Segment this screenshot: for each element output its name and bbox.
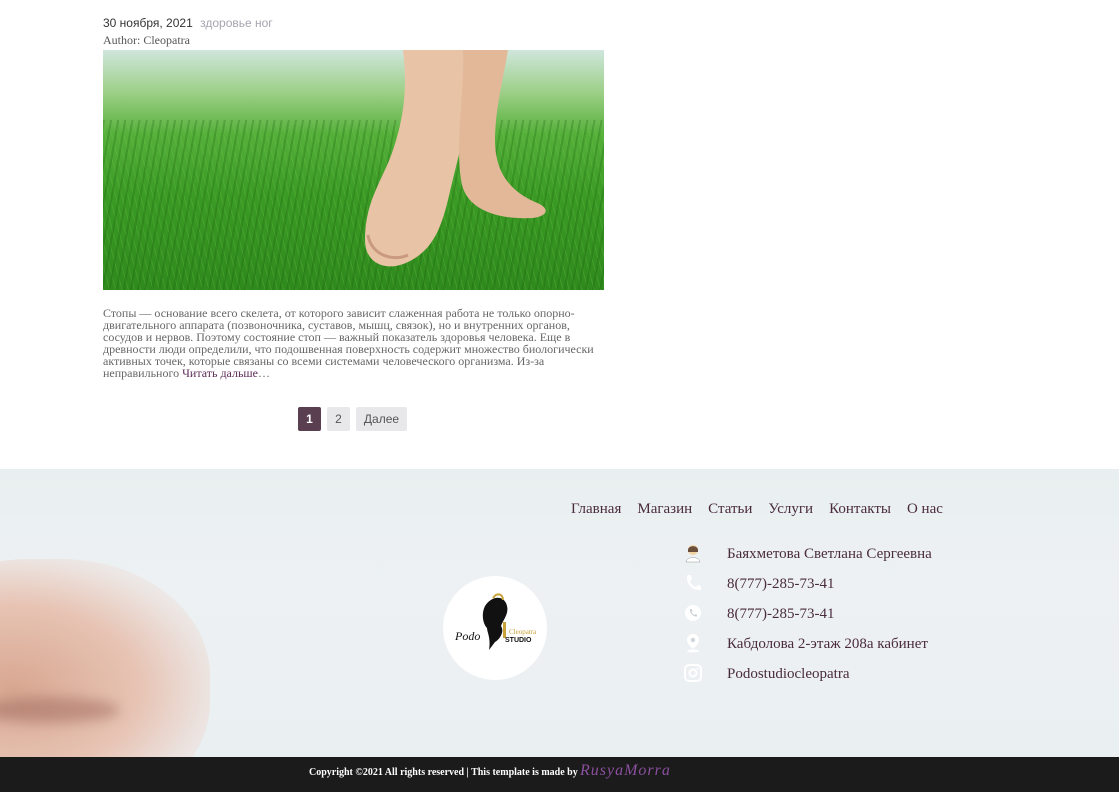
- nav-item-services[interactable]: Услуги: [768, 501, 813, 518]
- nav-item-shop[interactable]: Магазин: [637, 501, 692, 518]
- post-thumbnail[interactable]: [103, 50, 604, 290]
- post-excerpt: Стопы — основание всего скелета, от кото…: [103, 307, 603, 379]
- footer-background-image: [0, 559, 210, 757]
- svg-text:Podo: Podo: [454, 629, 480, 643]
- footer: Главная Магазин Статьи Услуги Контакты О…: [0, 469, 1119, 757]
- ellipsis: …: [258, 366, 271, 380]
- post-meta: 30 ноября, 2021 здоровье ног: [103, 16, 273, 30]
- contact-address-text: Кабдолова 2-этаж 208а кабинет: [727, 636, 928, 652]
- footer-logo[interactable]: Podo Cleopatra STUDIO: [443, 576, 547, 680]
- nav-item-home[interactable]: Главная: [571, 501, 621, 518]
- next-page-button[interactable]: Далее: [356, 407, 407, 431]
- contact-name-text: Баяхметова Светлана Сергеевна: [727, 546, 932, 562]
- feet-illustration: [365, 50, 546, 267]
- post-date: 30 ноября, 2021: [103, 16, 193, 30]
- page-2-button[interactable]: 2: [327, 407, 350, 431]
- svg-text:Cleopatra: Cleopatra: [509, 628, 537, 636]
- footer-nav: Главная Магазин Статьи Услуги Контакты О…: [571, 501, 943, 518]
- read-more-link[interactable]: Читать дальше: [182, 366, 258, 380]
- contact-phone-text[interactable]: 8(777)-285-73-41: [727, 576, 834, 593]
- nav-item-articles[interactable]: Статьи: [708, 501, 752, 518]
- svg-text:STUDIO: STUDIO: [505, 637, 532, 644]
- post-author: Author: Cleopatra: [103, 33, 190, 47]
- author-brand-link[interactable]: RusyaMorra: [580, 762, 671, 780]
- post-category-link[interactable]: здоровье ног: [200, 16, 273, 30]
- copyright-bar: Copyright ©2021 All rights reserved | Th…: [0, 757, 1119, 792]
- nav-item-contacts[interactable]: Контакты: [829, 501, 891, 518]
- person-icon: [685, 545, 701, 563]
- phone-icon: [686, 575, 701, 591]
- nav-item-about[interactable]: О нас: [907, 501, 943, 518]
- contact-whatsapp-text[interactable]: 8(777)-285-73-41: [727, 606, 834, 623]
- logo-graphic: Podo Cleopatra STUDIO: [454, 593, 537, 650]
- instagram-icon: [684, 664, 702, 682]
- pagination: 1 2 Далее: [298, 407, 407, 431]
- page-1-button[interactable]: 1: [298, 407, 321, 431]
- contact-instagram-text[interactable]: Podostudiocleopatra: [727, 666, 849, 683]
- location-icon: [687, 634, 699, 653]
- post-excerpt-text: Стопы — основание всего скелета, от кото…: [103, 306, 594, 380]
- copyright-text: Copyright ©2021 All rights reserved | Th…: [309, 767, 578, 778]
- whatsapp-icon: [685, 605, 701, 621]
